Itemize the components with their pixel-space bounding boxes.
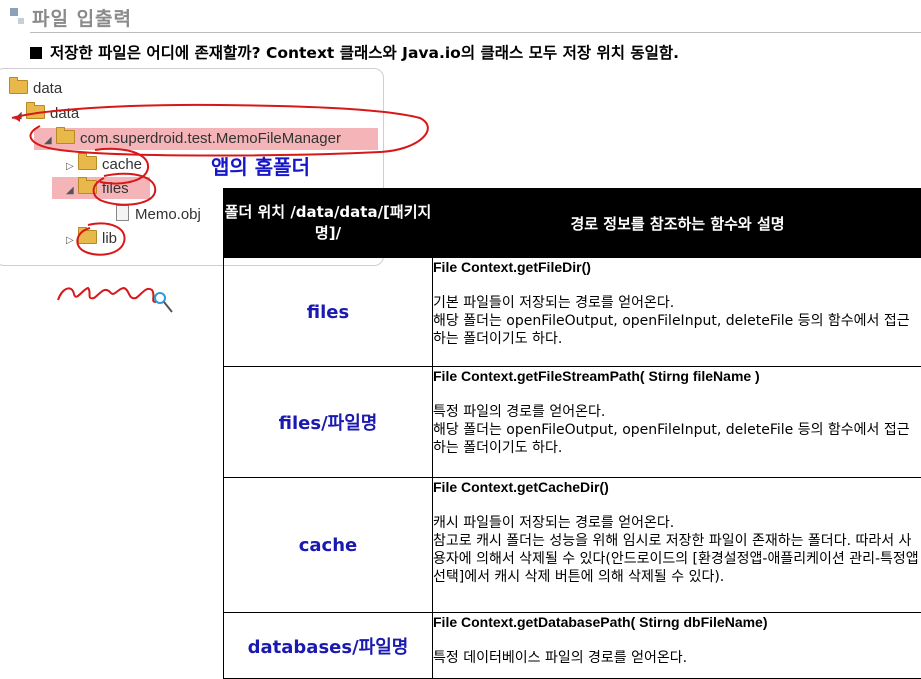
folder-name-cell: files/파일명: [224, 367, 433, 478]
description-cell: File Context.getFileDir() 기본 파일들이 저장되는 경…: [433, 258, 921, 367]
function-signature: File Context.getFileStreamPath( Stirng f…: [433, 367, 921, 385]
folder-name-cell: databases/파일명: [224, 613, 433, 679]
description-line: 기본 파일들이 저장되는 경로를 얻어온다.: [433, 294, 921, 312]
header-function-description: 경로 정보를 참조하는 함수와 설명: [433, 189, 921, 258]
description-cell: File Context.getFileStreamPath( Stirng f…: [433, 367, 921, 478]
files-circle-mark: [94, 174, 156, 205]
description-line: 캐시 파일들이 저장되는 경로를 얻어온다.: [433, 514, 921, 532]
table-row: databases/파일명 File Context.getDatabasePa…: [224, 613, 921, 679]
table-row: cache File Context.getCacheDir() 캐시 파일들이…: [224, 478, 921, 613]
folder-name-cell: files: [224, 258, 433, 367]
description-line: 참고로 캐시 폴더는 성능을 위해 임시로 저장한 파일이 존재하는 폴더다. …: [433, 532, 921, 586]
function-signature: File Context.getFileDir(): [433, 258, 921, 276]
table-header-row: 폴더 위치 /data/data/[패키지명]/ 경로 정보를 참조하는 함수와…: [224, 189, 921, 258]
folder-function-table: 폴더 위치 /data/data/[패키지명]/ 경로 정보를 참조하는 함수와…: [223, 188, 921, 679]
arrow-mark: [14, 114, 20, 122]
description-line: 특정 데이터베이스 파일의 경로를 얻어온다.: [433, 649, 921, 667]
table-row: files/파일명 File Context.getFileStreamPath…: [224, 367, 921, 478]
magnifier-handle: [164, 302, 172, 312]
description-line: 특정 파일의 경로를 얻어온다.: [433, 403, 921, 421]
description-line: 해당 폴더는 openFileOutput, openFileInput, de…: [433, 312, 921, 348]
function-signature: File Context.getDatabasePath( Stirng dbF…: [433, 613, 921, 631]
header-folder-location: 폴더 위치 /data/data/[패키지명]/: [224, 189, 433, 258]
handwritten-scribble: [58, 288, 156, 302]
function-signature: File Context.getCacheDir(): [433, 478, 921, 496]
magnifier-cursor-icon: [155, 293, 165, 303]
table-row: files File Context.getFileDir() 기본 파일들이 …: [224, 258, 921, 367]
package-circle-mark: [12, 105, 428, 156]
description-cell: File Context.getCacheDir() 캐시 파일들이 저장되는 …: [433, 478, 921, 613]
description-cell: File Context.getDatabasePath( Stirng dbF…: [433, 613, 921, 679]
description-line: 해당 폴더는 openFileOutput, openFileInput, de…: [433, 421, 921, 457]
folder-name-cell: cache: [224, 478, 433, 613]
lib-circle-mark: [77, 224, 124, 255]
